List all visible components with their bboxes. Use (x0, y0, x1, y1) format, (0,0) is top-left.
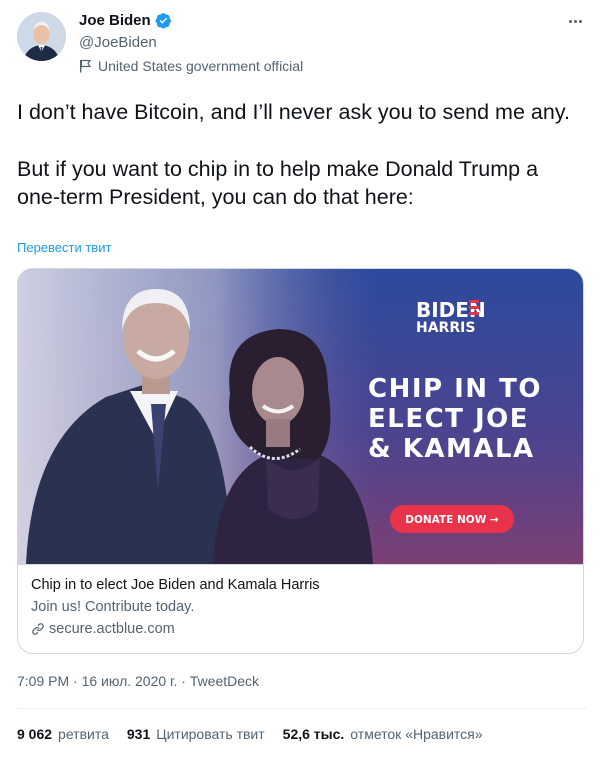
card-image: BIDEN HARRIS CHIP IN TO ELECT JOE & KAMA… (18, 269, 583, 564)
card-headline-line2: ELECT JOE (368, 404, 529, 434)
author-handle[interactable]: @JoeBiden (79, 34, 157, 51)
card-domain-text: secure.actblue.com (49, 621, 175, 637)
verified-badge-icon (155, 13, 171, 29)
government-flag-icon (80, 59, 92, 73)
likes-label: отметок «Нравится» (350, 726, 483, 742)
likes-stat[interactable]: 52,6 тыс. отметок «Нравится» (283, 726, 483, 742)
card-details: Chip in to elect Joe Biden and Kamala Ha… (18, 564, 583, 653)
tweet-time: 7:09 PM (17, 673, 70, 689)
avatar[interactable] (17, 12, 66, 61)
retweets-label: ретвита (58, 726, 109, 742)
meta-separator: · (73, 673, 78, 689)
link-icon (32, 623, 44, 635)
tweet-source-link[interactable]: TweetDeck (190, 673, 259, 689)
more-options-button[interactable] (563, 12, 587, 30)
tweet-time-link[interactable]: 7:09 PM · 16 июл. 2020 г. (17, 673, 177, 689)
card-domain: secure.actblue.com (31, 621, 175, 637)
donate-now-label: DONATE NOW → (405, 514, 499, 526)
translate-tweet-link[interactable]: Перевести твит (17, 240, 111, 255)
tweet-stats: 9 062 ретвита 931 Цитировать твит 52,6 т… (17, 726, 483, 742)
government-label-text: United States government official (98, 58, 304, 74)
author-name-row[interactable]: Joe Biden (79, 12, 172, 29)
likes-count: 52,6 тыс. (282, 726, 345, 742)
meta-separator: · (181, 673, 186, 689)
retweets-count: 9 062 (17, 726, 53, 742)
more-dots-icon (568, 19, 572, 23)
tweet-paragraph-1: I don’t have Bitcoin, and I’ll never ask… (17, 100, 570, 124)
avatar-image (17, 12, 66, 61)
government-label[interactable]: United States government official (79, 58, 303, 74)
card-headline-line1: CHIP IN TO (368, 374, 542, 404)
quotes-label: Цитировать твит (156, 726, 265, 742)
quotes-count: 931 (126, 726, 151, 742)
card-logo-line2: HARRIS (416, 320, 475, 336)
divider (17, 708, 587, 709)
link-card[interactable]: BIDEN HARRIS CHIP IN TO ELECT JOE & KAMA… (17, 268, 584, 654)
card-title: Chip in to elect Joe Biden and Kamala Ha… (31, 577, 320, 593)
quotes-stat[interactable]: 931 Цитировать твит (127, 726, 265, 742)
tweet-text: I don’t have Bitcoin, and I’ll never ask… (17, 98, 587, 212)
tweet-paragraph-2: But if you want to chip in to help make … (17, 156, 539, 210)
retweets-stat[interactable]: 9 062 ретвита (17, 726, 109, 742)
tweet-date: 16 июл. 2020 г. (81, 673, 178, 689)
card-headline-line3: & KAMALA (368, 434, 535, 464)
author-name[interactable]: Joe Biden (79, 12, 151, 29)
card-description: Join us! Contribute today. (31, 599, 195, 615)
tweet-meta: 7:09 PM · 16 июл. 2020 г. · TweetDeck (17, 673, 259, 689)
